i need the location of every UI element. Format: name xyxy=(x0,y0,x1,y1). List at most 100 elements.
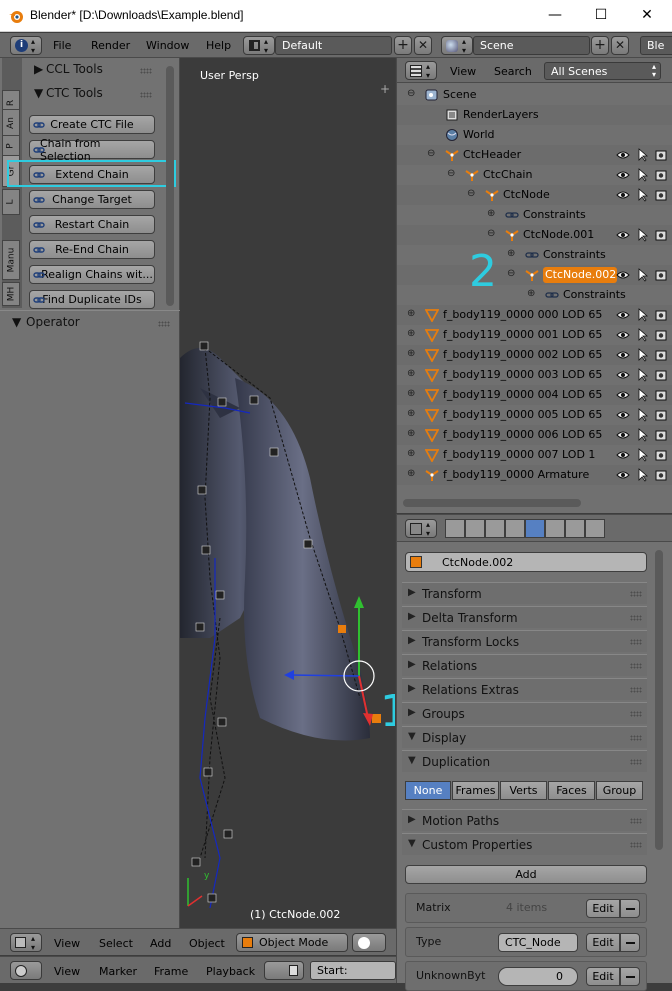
panel-ctc-tools[interactable]: CTC Tools xyxy=(46,86,103,100)
panel-groups[interactable]: ▶ Groups xyxy=(402,702,647,724)
menu-file[interactable]: File xyxy=(53,39,71,52)
expand-icon[interactable]: ⊕ xyxy=(407,468,415,479)
collapse-icon[interactable]: ⊖ xyxy=(487,228,495,239)
cursor-icon[interactable] xyxy=(637,308,649,322)
editor-type-info-button[interactable]: i ▴ ▾ xyxy=(10,36,42,55)
remove-property-button[interactable] xyxy=(620,899,640,918)
tab-animation[interactable]: An xyxy=(2,109,20,137)
drag-grip-icon[interactable] xyxy=(630,759,642,765)
expand-icon[interactable]: ⊕ xyxy=(407,388,415,399)
edit-property-button[interactable]: Edit xyxy=(586,899,620,918)
cursor-icon[interactable] xyxy=(637,368,649,382)
cursor-icon[interactable] xyxy=(637,348,649,362)
panel-motion-paths[interactable]: ▶ Motion Paths xyxy=(402,809,647,831)
tab-manual[interactable]: Manu xyxy=(2,240,20,280)
keying-button[interactable] xyxy=(264,961,304,980)
edit-property-button[interactable]: Edit xyxy=(586,967,620,986)
3d-viewport[interactable]: User Persp (1) CtcNode.002 + y 1 xyxy=(180,58,395,928)
drag-grip-icon[interactable] xyxy=(630,842,642,848)
property-value-field[interactable]: CTC_Node xyxy=(498,933,578,952)
add-property-button[interactable]: Add xyxy=(405,865,647,884)
outliner-row[interactable]: ⊕ f_body119_0000 001 LOD 65 xyxy=(397,325,672,345)
cursor-icon[interactable] xyxy=(637,188,649,202)
ccl-tools-expand-icon[interactable]: ▶ xyxy=(34,62,43,76)
expand-icon[interactable]: ⊕ xyxy=(407,348,415,359)
change-target-button[interactable]: Change Target xyxy=(29,190,155,209)
panel-transform[interactable]: ▶ Transform xyxy=(402,582,647,604)
outliner-row[interactable]: RenderLayers xyxy=(397,105,672,125)
expand-icon[interactable]: ⊕ xyxy=(407,408,415,419)
render-camera-icon[interactable] xyxy=(655,388,667,402)
object-icon[interactable] xyxy=(525,519,545,538)
camera-icon[interactable] xyxy=(445,519,465,538)
outliner-row[interactable]: ⊕ f_body119_0000 004 LOD 65 xyxy=(397,385,672,405)
render-camera-icon[interactable] xyxy=(655,408,667,422)
panel-custom-properties[interactable]: ▼ Custom Properties xyxy=(402,833,647,855)
render-engine-field[interactable]: Ble xyxy=(640,36,672,55)
menu-marker[interactable]: Marker xyxy=(99,965,137,978)
expand-icon[interactable]: ⊕ xyxy=(407,428,415,439)
duplication-option-group[interactable]: Group xyxy=(596,781,643,800)
maximize-button[interactable]: ☐ xyxy=(578,0,624,30)
expand-icon[interactable]: ⊕ xyxy=(507,248,515,259)
eye-icon[interactable] xyxy=(616,389,630,401)
outliner-row[interactable]: ⊕ f_body119_0000 002 LOD 65 xyxy=(397,345,672,365)
world-icon[interactable] xyxy=(505,519,525,538)
drag-grip-icon[interactable] xyxy=(630,687,642,693)
duplication-option-frames[interactable]: Frames xyxy=(452,781,499,800)
render-camera-icon[interactable] xyxy=(655,348,667,362)
texture-icon[interactable] xyxy=(565,519,585,538)
tab-physics[interactable]: P xyxy=(2,135,20,157)
render-camera-icon[interactable] xyxy=(655,368,667,382)
cursor-icon[interactable] xyxy=(637,468,649,482)
expand-icon[interactable]: ⊕ xyxy=(407,328,415,339)
drag-grip-icon[interactable] xyxy=(140,92,152,98)
scene-name-field[interactable]: Scene xyxy=(473,36,590,55)
eye-icon[interactable] xyxy=(616,449,630,461)
outliner-row[interactable]: ⊖ CtcNode xyxy=(397,185,672,205)
scene-selector-button[interactable]: ▴ ▾ xyxy=(441,36,473,55)
outliner-row[interactable]: ⊕ f_body119_0000 000 LOD 65 xyxy=(397,305,672,325)
render-camera-icon[interactable] xyxy=(655,448,667,462)
scene-icon[interactable] xyxy=(485,519,505,538)
panel-duplication[interactable]: ▼ Duplication xyxy=(402,750,647,772)
editor-type-3dview-button[interactable]: ▴ ▾ xyxy=(10,933,42,952)
outliner-row[interactable]: ⊕ f_body119_0000 005 LOD 65 xyxy=(397,405,672,425)
re-end-chain-button[interactable]: Re-End Chain xyxy=(29,240,155,259)
outliner-row[interactable]: ⊕ Constraints xyxy=(397,245,672,265)
collapse-icon[interactable]: ⊖ xyxy=(447,168,455,179)
eye-icon[interactable] xyxy=(616,329,630,341)
display-mode-dropdown[interactable]: All Scenes ▴ ▾ xyxy=(544,62,661,80)
menu-render[interactable]: Render xyxy=(91,39,130,52)
outliner-row[interactable]: ⊖ CtcHeader xyxy=(397,145,672,165)
find-duplicate-ids-button[interactable]: Find Duplicate IDs xyxy=(29,290,155,309)
expand-icon[interactable]: ⊕ xyxy=(407,448,415,459)
renderlayers-icon[interactable] xyxy=(465,519,485,538)
collapse-icon[interactable]: ⊖ xyxy=(467,188,475,199)
object-name-field[interactable]: CtcNode.002 xyxy=(405,552,647,572)
drag-grip-icon[interactable] xyxy=(630,591,642,597)
eye-icon[interactable] xyxy=(616,309,630,321)
menu-add[interactable]: Add xyxy=(150,937,171,950)
remove-property-button[interactable] xyxy=(620,967,640,986)
cursor-icon[interactable] xyxy=(637,228,649,242)
render-camera-icon[interactable] xyxy=(655,228,667,242)
outliner-row[interactable]: ⊕ f_body119_0000 006 LOD 65 xyxy=(397,425,672,445)
minimize-button[interactable]: — xyxy=(532,0,578,30)
remove-property-button[interactable] xyxy=(620,933,640,952)
expand-icon[interactable]: ⊕ xyxy=(407,308,415,319)
panel-operator[interactable]: Operator xyxy=(26,315,80,329)
realign-chains-button[interactable]: Realign Chains wit... xyxy=(29,265,155,284)
outliner-row[interactable]: ⊖ CtcNode.002 xyxy=(397,265,672,285)
eye-icon[interactable] xyxy=(616,349,630,361)
outliner-row[interactable]: ⊕ f_body119_0000 Armature xyxy=(397,465,672,485)
eye-icon[interactable] xyxy=(616,149,630,161)
chain-from-selection-button[interactable]: Chain from Selection xyxy=(29,137,155,163)
cursor-icon[interactable] xyxy=(637,148,649,162)
menu-view[interactable]: View xyxy=(450,65,476,78)
menu-object[interactable]: Object xyxy=(189,937,225,950)
constraint-icon[interactable] xyxy=(545,519,565,538)
render-camera-icon[interactable] xyxy=(655,328,667,342)
menu-playback[interactable]: Playback xyxy=(206,965,255,978)
render-camera-icon[interactable] xyxy=(655,148,667,162)
